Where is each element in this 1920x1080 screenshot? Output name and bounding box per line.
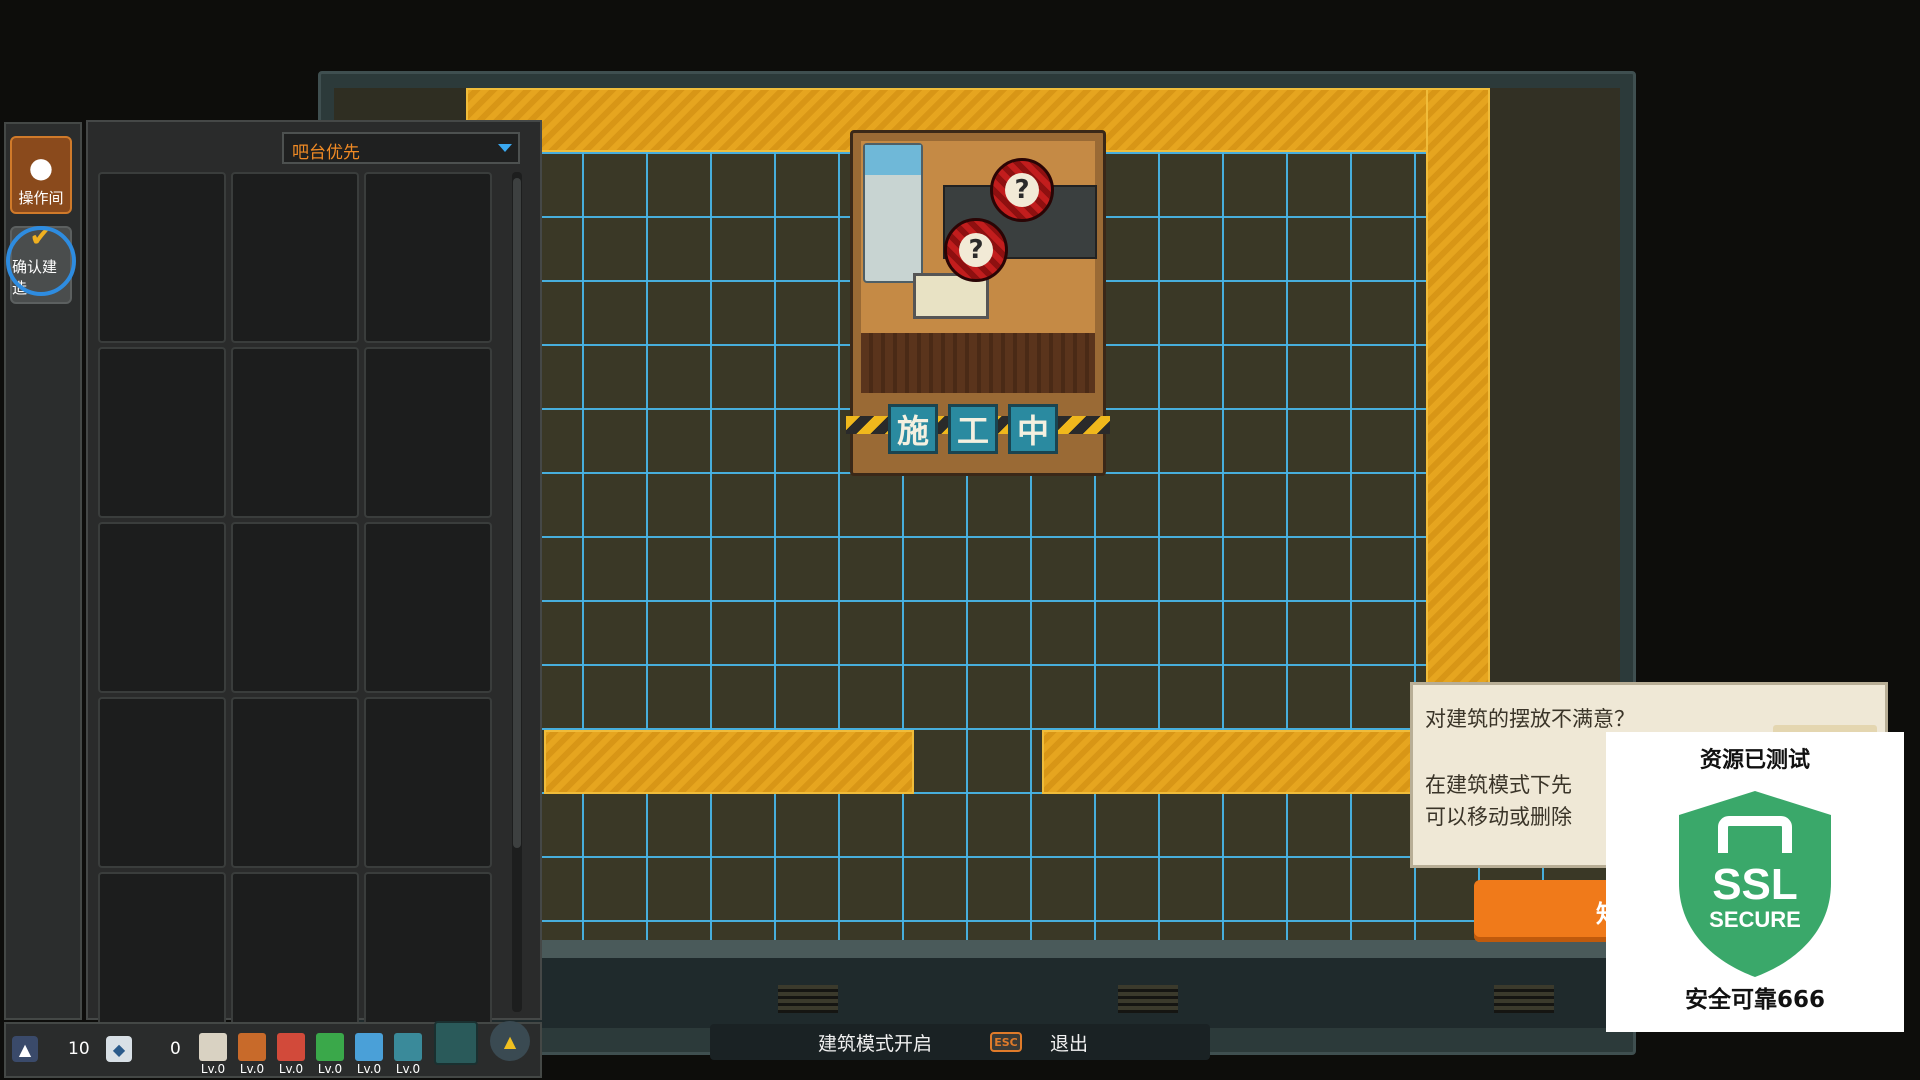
exit-build-mode-link[interactable]: 退出 — [1050, 1029, 1088, 1056]
level-label: Lv.0 — [317, 1062, 343, 1076]
inventory-slot[interactable] — [98, 522, 226, 693]
inventory-scrollbar[interactable] — [512, 172, 522, 1012]
level-item-counter[interactable]: Lv.0 — [235, 1026, 269, 1076]
gems-value: 0 — [170, 1039, 181, 1059]
highlight-ring — [6, 226, 76, 296]
ssl-text: SSL — [1712, 860, 1798, 909]
bar-counter — [861, 333, 1095, 393]
inventory-slot[interactable] — [231, 697, 359, 868]
floor-vent — [778, 985, 838, 1013]
level-label: Lv.0 — [239, 1062, 265, 1076]
sort-dropdown-value: 吧台优先 — [292, 143, 360, 163]
inventory-slot[interactable] — [98, 697, 226, 868]
workers-counter: ▲ 10 — [12, 1036, 90, 1062]
inventory-slot[interactable] — [231, 172, 359, 343]
level-label: Lv.0 — [278, 1062, 304, 1076]
map-button[interactable] — [434, 1021, 478, 1065]
ops-room-button[interactable]: ● 操作间 — [10, 136, 72, 214]
tip-question: 对建筑的摆放不满意？ — [1425, 707, 1635, 731]
floor-vent — [1494, 985, 1554, 1013]
construction-sign: 施 工 中 — [888, 404, 1058, 454]
construction-char: 工 — [948, 404, 998, 454]
construction-char: 中 — [1008, 404, 1058, 454]
green-dome-icon — [316, 1033, 344, 1061]
inventory-slot[interactable] — [98, 347, 226, 518]
wall-right — [1426, 88, 1490, 734]
build-mode-text: 建筑模式开启 — [818, 1032, 933, 1055]
construction-char: 施 — [888, 404, 938, 454]
level-item-green-dome[interactable]: Lv.0 — [313, 1026, 347, 1076]
inventory-slot[interactable] — [364, 347, 492, 518]
tree-icon — [394, 1033, 422, 1061]
inventory-slot[interactable] — [231, 872, 359, 1043]
scrollbar-thumb[interactable] — [513, 178, 521, 848]
level-item-blue-tiles[interactable]: Lv.0 — [352, 1026, 386, 1076]
fridge-icon — [863, 143, 923, 283]
inventory-slot[interactable] — [364, 522, 492, 693]
chef-icon: ● — [28, 151, 54, 184]
workers-value: 10 — [68, 1039, 90, 1059]
worker-icon: ▲ — [12, 1036, 38, 1062]
question-mark-badge-icon[interactable]: ? — [944, 218, 1008, 282]
chevron-down-icon — [498, 144, 512, 152]
inventory-slot[interactable] — [98, 172, 226, 343]
inventory-slot[interactable] — [231, 522, 359, 693]
wall-bottom-left — [544, 730, 914, 794]
level-item-tree[interactable]: Lv.0 — [391, 1026, 425, 1076]
ops-room-label: 操作间 — [18, 189, 64, 207]
ssl-secure-badge: 资源已测试 SSL SECURE 安全可靠666 — [1606, 732, 1904, 1032]
esc-key-icon: ESC — [990, 1032, 1023, 1052]
question-mark-badge-icon[interactable]: ? — [990, 158, 1054, 222]
ssl-top-text: 资源已测试 — [1699, 748, 1810, 773]
ssl-bottom-text: 安全可靠666 — [1684, 987, 1825, 1013]
inventory-slot[interactable] — [98, 872, 226, 1043]
secure-text: SECURE — [1709, 907, 1801, 932]
map-icon — [434, 1021, 478, 1065]
inventory-slot[interactable] — [364, 697, 492, 868]
level-item-checker-floor[interactable]: Lv.0 — [274, 1026, 308, 1076]
counter-icon — [238, 1033, 266, 1061]
build-mode-status-bar: 建筑模式开启 ESC 退出 — [710, 1024, 1210, 1060]
grid-edge-right — [1490, 88, 1620, 728]
checker-floor-icon — [277, 1033, 305, 1061]
level-label: Lv.0 — [200, 1062, 226, 1076]
level-item-house[interactable]: Lv.0 — [196, 1026, 230, 1076]
wall-bottom-right — [1042, 730, 1426, 794]
shield-lock-icon: SSL SECURE — [1679, 791, 1831, 977]
level-label: Lv.0 — [395, 1062, 421, 1076]
level-label: Lv.0 — [356, 1062, 382, 1076]
inventory-slot[interactable] — [364, 172, 492, 343]
tip-line-1: 在建筑模式下先 — [1425, 773, 1572, 797]
inventory-slots — [98, 172, 492, 1043]
gems-counter: ◆ 0 — [106, 1036, 181, 1062]
wizard-button[interactable]: ▲ — [490, 1021, 530, 1061]
wizard-hat-icon: ▲ — [490, 1021, 530, 1061]
blue-tiles-icon — [355, 1033, 383, 1061]
tip-line-2: 可以移动或删除 — [1425, 805, 1572, 829]
gem-icon: ◆ — [106, 1036, 132, 1062]
inventory-slot[interactable] — [364, 872, 492, 1043]
house-icon — [199, 1033, 227, 1061]
inventory-slot[interactable] — [231, 347, 359, 518]
sort-dropdown[interactable]: 吧台优先 — [282, 132, 520, 164]
floor-vent — [1118, 985, 1178, 1013]
